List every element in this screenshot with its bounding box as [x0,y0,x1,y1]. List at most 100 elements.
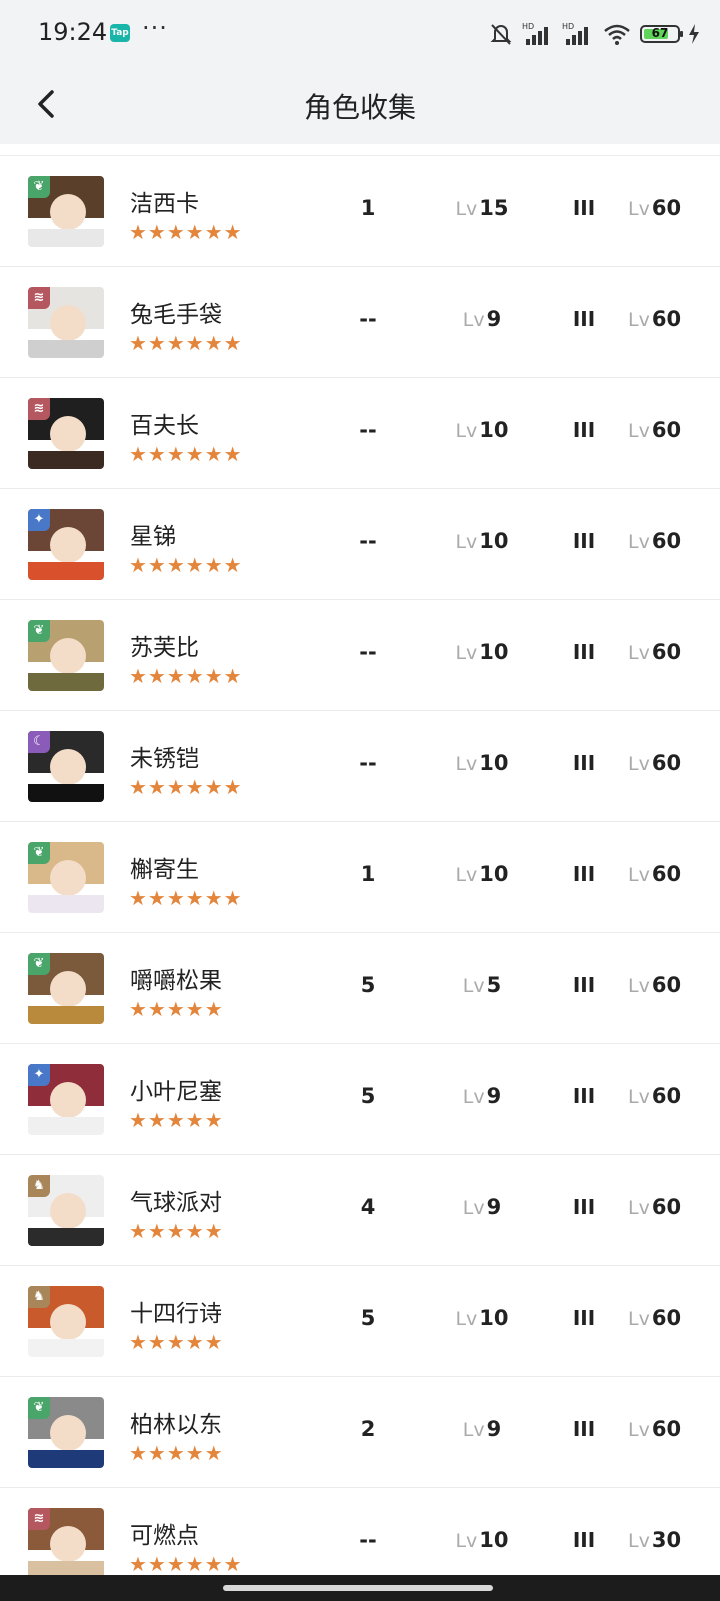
stat-level: Lv5 [436,973,528,997]
stat-count: 5 [360,1306,376,1330]
element-wind-icon: ≋ [28,287,50,309]
character-row[interactable]: ≋ 百夫长 ★★★★★★ -- Lv10 III Lv60 [0,378,720,489]
avatar-face [50,749,86,785]
character-avatar[interactable]: ❦ [28,1397,104,1468]
home-indicator[interactable] [223,1585,493,1591]
element-leaf-icon: ❦ [28,842,50,864]
character-name: 嚼嚼松果 [130,968,222,994]
level-value: 5 [486,973,502,997]
max-level-value: 60 [651,1195,682,1219]
stat-tier: III [572,418,596,442]
element-star-icon: ✦ [28,1064,50,1086]
level-value: 10 [479,862,509,886]
character-avatar[interactable]: ≋ [28,287,104,358]
level-prefix: Lv [462,1419,485,1441]
max-level-value: 60 [651,418,682,442]
character-row[interactable]: ✦ 小叶尼塞 ★★★★★ 5 Lv9 III Lv60 [0,1044,720,1155]
character-row[interactable]: ❦ 苏芙比 ★★★★★★ -- Lv10 III Lv60 [0,600,720,711]
avatar-clothing [28,340,104,358]
level-value: 10 [479,640,509,664]
stat-count: 1 [360,196,376,220]
avatar-clothing [28,562,104,580]
avatar-face [50,1415,86,1451]
max-level-value: 60 [651,196,682,220]
stat-level: Lv10 [436,1306,528,1330]
stat-max-level: Lv60 [628,307,712,331]
character-avatar[interactable]: ❦ [28,953,104,1024]
stat-count: 5 [360,1084,376,1108]
battery-icon: 67 [640,25,683,43]
stat-count: 5 [360,973,376,997]
max-level-prefix: Lv [628,1530,650,1552]
character-row[interactable]: ❦ 柏林以东 ★★★★★ 2 Lv9 III Lv60 [0,1377,720,1488]
character-row[interactable]: ☾ 未锈铠 ★★★★★★ -- Lv10 III Lv60 [0,711,720,822]
character-avatar[interactable]: ♞ [28,1286,104,1357]
character-row[interactable]: ♞ 十四行诗 ★★★★★ 5 Lv10 III Lv60 [0,1266,720,1377]
character-avatar[interactable]: ❦ [28,176,104,247]
level-prefix: Lv [455,642,478,664]
max-level-prefix: Lv [628,753,650,775]
character-avatar[interactable]: ≋ [28,1508,104,1579]
character-row[interactable]: ≋ 兔毛手袋 ★★★★★★ -- Lv9 III Lv60 [0,267,720,378]
character-avatar[interactable]: ♞ [28,1175,104,1246]
stat-level: Lv10 [436,1528,528,1552]
rarity-stars: ★★★★★ [129,997,224,1021]
level-prefix: Lv [455,198,478,220]
element-leaf-icon: ❦ [28,176,50,198]
character-name: 星锑 [130,524,176,550]
rarity-stars: ★★★★★ [129,1330,224,1354]
avatar-face [50,416,86,452]
stat-tier: III [572,973,596,997]
character-row[interactable]: ♞ 气球派对 ★★★★★ 4 Lv9 III Lv60 [0,1155,720,1266]
level-value: 10 [479,1306,509,1330]
level-value: 10 [479,751,509,775]
character-row[interactable]: ❦ 洁西卡 ★★★★★★ 1 Lv15 III Lv60 [0,156,720,267]
svg-text:HD: HD [522,22,534,31]
max-level-prefix: Lv [628,531,650,553]
stat-max-level: Lv60 [628,418,712,442]
character-avatar[interactable]: ✦ [28,509,104,580]
svg-text:HD: HD [562,22,574,31]
character-row[interactable]: ✦ 星锑 ★★★★★★ -- Lv10 III Lv60 [0,489,720,600]
rarity-stars: ★★★★★★ [129,664,243,688]
character-list: ❦ 洁西卡 ★★★★★★ 1 Lv15 III Lv60 ≋ 兔毛手袋 ★★★★… [0,155,720,1599]
level-value: 9 [486,1195,502,1219]
avatar-face [50,305,86,341]
rarity-stars: ★★★★★★ [129,775,243,799]
element-moon-icon: ☾ [28,731,50,753]
level-prefix: Lv [455,753,478,775]
max-level-value: 60 [651,307,682,331]
stat-count: 4 [360,1195,376,1219]
stat-tier: III [572,196,596,220]
max-level-prefix: Lv [628,975,650,997]
element-beast-icon: ♞ [28,1175,50,1197]
avatar-face [50,1304,86,1340]
level-value: 9 [486,307,502,331]
stat-count: 1 [360,862,376,886]
stat-level: Lv10 [436,640,528,664]
element-leaf-icon: ❦ [28,620,50,642]
rarity-stars: ★★★★★ [129,1219,224,1243]
character-avatar[interactable]: ≋ [28,398,104,469]
character-avatar[interactable]: ❦ [28,620,104,691]
level-value: 9 [486,1417,502,1441]
level-prefix: Lv [455,420,478,442]
stat-tier: III [572,751,596,775]
character-avatar[interactable]: ✦ [28,1064,104,1135]
character-name: 百夫长 [130,413,199,439]
character-name: 苏芙比 [130,635,199,661]
stat-count: -- [359,418,377,442]
character-avatar[interactable]: ❦ [28,842,104,913]
stat-count: 2 [360,1417,376,1441]
character-row[interactable]: ❦ 槲寄生 ★★★★★★ 1 Lv10 III Lv60 [0,822,720,933]
max-level-prefix: Lv [628,1197,650,1219]
stat-max-level: Lv60 [628,640,712,664]
more-notifications-icon: ··· [142,14,168,42]
character-row[interactable]: ❦ 嚼嚼松果 ★★★★★ 5 Lv5 III Lv60 [0,933,720,1044]
character-avatar[interactable]: ☾ [28,731,104,802]
avatar-clothing [28,673,104,691]
avatar-face [50,860,86,896]
max-level-prefix: Lv [628,1086,650,1108]
max-level-prefix: Lv [628,198,650,220]
status-bar: 19:24 Tap ··· HD HD 67 [0,0,720,64]
